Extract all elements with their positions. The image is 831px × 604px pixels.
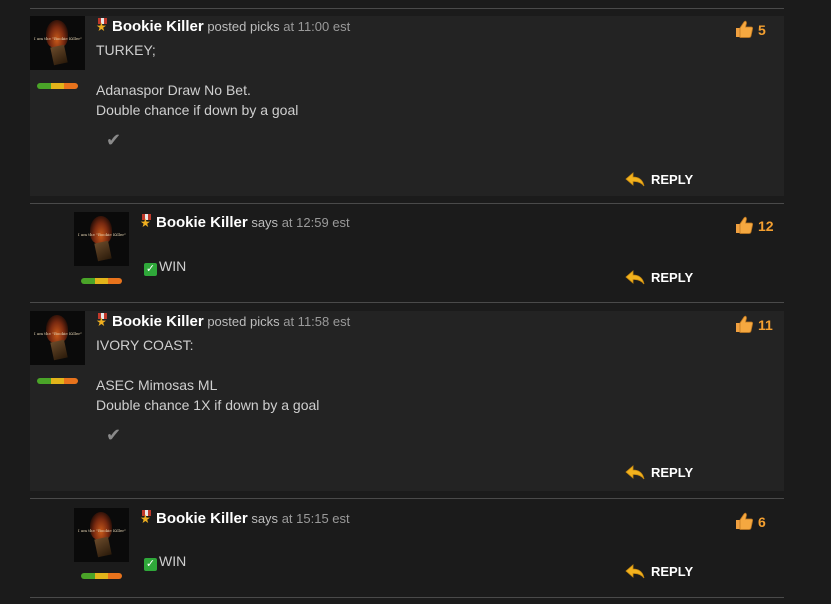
divider: [30, 302, 784, 303]
avatar[interactable]: I am the "Bookie Killer": [74, 508, 129, 562]
checkmark-icon[interactable]: ✔: [106, 130, 121, 151]
divider: [30, 597, 784, 598]
avatar[interactable]: I am the "Bookie Killer": [30, 16, 85, 70]
post-action: says: [251, 215, 279, 230]
reply-arrow-icon: [625, 270, 645, 285]
win-text: WIN: [159, 553, 187, 569]
medal-icon: ★: [140, 510, 151, 526]
like-button[interactable]: 6: [734, 512, 766, 532]
avatar[interactable]: I am the "Bookie Killer": [30, 311, 85, 365]
rank-bar: [81, 278, 122, 284]
post-body: TURKEY; Adanaspor Draw No Bet. Double ch…: [96, 42, 299, 118]
divider: [30, 498, 784, 499]
post-action: says: [251, 511, 279, 526]
reply-arrow-icon: [625, 172, 645, 187]
post-body: ✓ WIN: [144, 531, 186, 571]
reply-button[interactable]: REPLY: [625, 270, 693, 286]
post-action: posted picks: [207, 19, 280, 34]
author-name[interactable]: Bookie Killer: [112, 18, 204, 35]
post-time: at 11:58 est: [283, 314, 351, 329]
comment-reply: I am the "Bookie Killer" ★ Bookie Killer …: [74, 212, 784, 292]
rank-bar: [37, 378, 78, 384]
like-count: 12: [758, 218, 774, 234]
post-time: at 12:59 est: [281, 215, 350, 230]
reply-button[interactable]: REPLY: [625, 172, 693, 188]
like-count: 11: [758, 317, 773, 333]
like-button[interactable]: 12: [734, 216, 774, 236]
post-body: IVORY COAST: ASEC Mimosas ML Double chan…: [96, 337, 320, 413]
post-header: ★ Bookie Killer posted picks at 11:00 est: [96, 18, 350, 35]
comment-post: I am the "Bookie Killer" ★ Bookie Killer …: [30, 311, 784, 491]
medal-icon: ★: [96, 313, 107, 329]
reply-label: REPLY: [651, 270, 694, 285]
reply-button[interactable]: REPLY: [625, 564, 693, 580]
post-body: ✓ WIN: [144, 236, 186, 276]
reply-label: REPLY: [651, 172, 694, 187]
post-header: ★ Bookie Killer says at 12:59 est: [140, 214, 350, 231]
reply-button[interactable]: REPLY: [625, 465, 693, 481]
post-header: ★ Bookie Killer posted picks at 11:58 est: [96, 313, 350, 330]
reply-label: REPLY: [651, 465, 694, 480]
like-button[interactable]: 5: [734, 20, 766, 40]
medal-icon: ★: [140, 214, 151, 230]
thumbs-up-icon: [736, 20, 753, 38]
post-time: at 11:00 est: [283, 19, 351, 34]
reply-arrow-icon: [625, 465, 645, 480]
medal-icon: ★: [96, 18, 107, 34]
comment-reply: I am the "Bookie Killer" ★ Bookie Killer …: [74, 508, 784, 588]
author-name[interactable]: Bookie Killer: [112, 313, 204, 330]
author-name[interactable]: Bookie Killer: [156, 510, 248, 527]
green-check-box-icon: ✓: [144, 263, 157, 276]
thumbs-up-icon: [736, 512, 753, 530]
reply-label: REPLY: [651, 564, 694, 579]
avatar[interactable]: I am the "Bookie Killer": [74, 212, 129, 266]
like-count: 5: [758, 22, 766, 38]
like-button[interactable]: 11: [734, 315, 773, 335]
author-name[interactable]: Bookie Killer: [156, 214, 248, 231]
reply-arrow-icon: [625, 564, 645, 579]
divider: [30, 8, 784, 9]
win-text: WIN: [159, 258, 187, 274]
post-time: at 15:15 est: [281, 511, 350, 526]
rank-bar: [81, 573, 122, 579]
thumbs-up-icon: [736, 315, 753, 333]
post-header: ★ Bookie Killer says at 15:15 est: [140, 510, 350, 527]
like-count: 6: [758, 514, 766, 530]
comment-post: I am the "Bookie Killer" ★ Bookie Killer …: [30, 16, 784, 196]
divider: [30, 203, 784, 204]
green-check-box-icon: ✓: [144, 558, 157, 571]
rank-bar: [37, 83, 78, 89]
checkmark-icon[interactable]: ✔: [106, 425, 121, 446]
post-action: posted picks: [207, 314, 280, 329]
thumbs-up-icon: [736, 216, 753, 234]
